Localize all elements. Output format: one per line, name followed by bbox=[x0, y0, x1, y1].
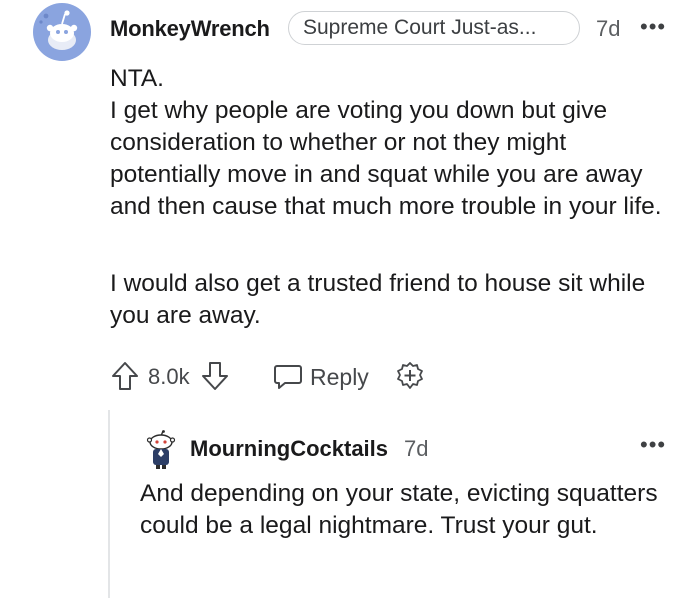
downvote-button[interactable] bbox=[200, 360, 230, 397]
comment-timestamp[interactable]: 7d bbox=[596, 16, 620, 42]
comment-paragraph-2: I would also get a trusted friend to hou… bbox=[110, 270, 646, 329]
reply-username[interactable]: MourningCocktails bbox=[190, 436, 388, 462]
reply-button[interactable] bbox=[272, 360, 304, 397]
comment-body: NTA. I get why people are voting you dow… bbox=[110, 63, 680, 223]
comment-username[interactable]: MonkeyWrench bbox=[110, 16, 270, 42]
snoo-avatar-icon bbox=[33, 3, 91, 61]
user-flair: Supreme Court Just-as... bbox=[288, 11, 580, 45]
award-button[interactable] bbox=[394, 360, 426, 397]
more-options-icon[interactable]: ••• bbox=[640, 14, 666, 40]
comment-paragraph-1: NTA. I get why people are voting you dow… bbox=[110, 65, 662, 220]
reply-body: And depending on your state, evicting sq… bbox=[140, 480, 658, 539]
snoo-avatar-icon bbox=[146, 430, 176, 469]
downvote-arrow-icon bbox=[202, 362, 228, 390]
comment-body-continued: I would also get a trusted friend to hou… bbox=[110, 268, 680, 332]
upvote-arrow-icon bbox=[112, 362, 138, 390]
vote-score: 8.0k bbox=[148, 364, 190, 389]
award-plus-icon bbox=[397, 362, 423, 389]
reply-label[interactable]: Reply bbox=[310, 364, 369, 391]
reply-timestamp[interactable]: 7d bbox=[404, 436, 428, 462]
thread-line[interactable] bbox=[108, 410, 110, 598]
chat-bubble-icon bbox=[274, 365, 302, 389]
avatar[interactable] bbox=[32, 2, 92, 62]
reply-avatar[interactable] bbox=[146, 430, 176, 470]
more-options-icon[interactable]: ••• bbox=[640, 432, 666, 458]
upvote-button[interactable] bbox=[110, 360, 140, 397]
